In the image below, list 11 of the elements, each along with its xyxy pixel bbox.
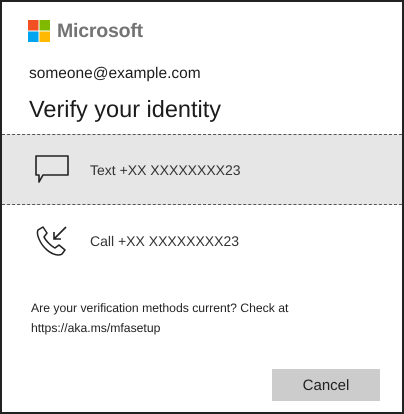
dialog-title: Verify your identity <box>29 95 222 124</box>
cancel-button[interactable]: Cancel <box>272 369 380 401</box>
account-email: someone@example.com <box>28 65 202 83</box>
option-label: Call +XX XXXXXXXX23 <box>90 232 240 248</box>
verification-option[interactable]: Text +XX XXXXXXXX23 <box>2 134 402 205</box>
option-label: Text +XX XXXXXXXX23 <box>90 162 241 178</box>
logo-icon <box>28 20 50 42</box>
help-note: Are your verification methods current? Check at https://aka.ms/mfasetup <box>31 300 290 337</box>
chat-bubble-icon <box>35 155 69 184</box>
phone-incoming-icon <box>35 224 68 257</box>
brand-name: Microsoft <box>57 20 143 42</box>
